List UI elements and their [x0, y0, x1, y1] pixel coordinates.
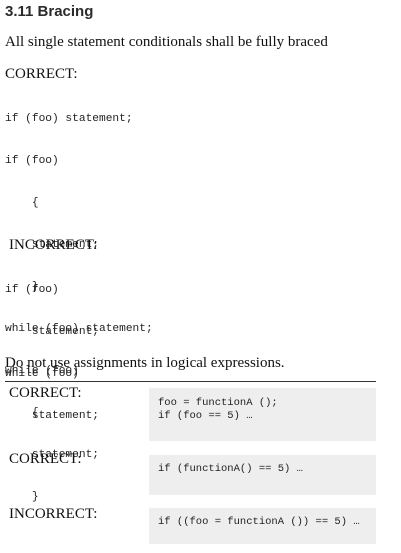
assign-row-label: CORRECT:: [9, 385, 82, 401]
code-line: if (foo == 5) …: [158, 410, 253, 422]
assign-row-label: INCORRECT:: [9, 506, 98, 522]
assign-code-box: if (functionA() == 5) …: [149, 455, 376, 495]
code-line: {: [5, 197, 39, 209]
bracing-correct-label: CORRECT:: [5, 66, 78, 82]
code-line: if (foo): [5, 284, 59, 296]
bracing-incorrect-label: INCORRECT:: [9, 237, 98, 253]
code-line: if ((foo = functionA ()) == 5) …: [158, 516, 360, 528]
assign-row-label: CORRECT:: [9, 451, 82, 467]
section-heading: 3.11 Bracing: [5, 3, 94, 20]
code-line: if (foo): [5, 155, 59, 167]
assignments-intro: Do not use assignments in logical expres…: [5, 355, 285, 371]
bracing-intro: All single statement conditionals shall …: [5, 34, 328, 50]
assign-code-box: if ((foo = functionA ()) == 5) …: [149, 508, 376, 544]
code-line: }: [5, 491, 39, 503]
code-line: statement;: [5, 410, 99, 422]
code-line: foo = functionA ();: [158, 397, 278, 409]
code-line: if (functionA() == 5) …: [158, 463, 303, 475]
bracing-incorrect-code: if (foo) statement; while (foo) statemen…: [5, 255, 99, 437]
table-top-rule: [5, 381, 376, 382]
code-line: if (foo) statement;: [5, 113, 133, 125]
code-line: statement;: [5, 326, 99, 338]
assign-code-box: foo = functionA (); if (foo == 5) …: [149, 388, 376, 441]
